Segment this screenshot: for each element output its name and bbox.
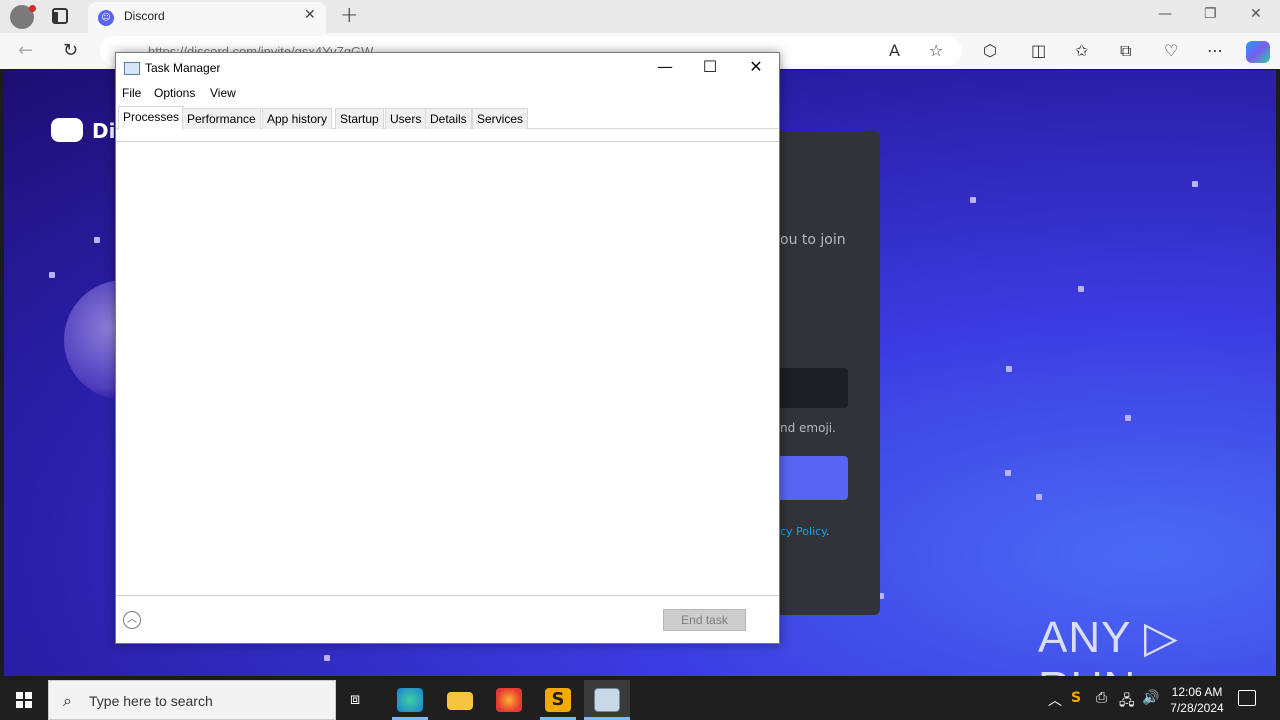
- favorites-icon[interactable]: ✩: [1075, 41, 1088, 60]
- end-task-button[interactable]: End task: [663, 609, 746, 631]
- privacy-policy-link[interactable]: cy Policy.: [780, 525, 830, 538]
- more-menu-icon[interactable]: ⋯: [1207, 41, 1223, 60]
- show-hidden-icons-icon[interactable]: ︿: [1048, 690, 1062, 710]
- star-decoration: [1078, 286, 1084, 292]
- tab-title: Discord: [124, 9, 165, 23]
- split-screen-icon[interactable]: ◫: [1031, 41, 1046, 60]
- menu-file[interactable]: File: [122, 86, 141, 100]
- star-decoration: [1005, 470, 1011, 476]
- search-icon: ⌕: [63, 691, 72, 710]
- privacy-policy-suffix: .: [826, 525, 830, 538]
- tab-users[interactable]: Users: [385, 108, 427, 129]
- star-decoration: [1192, 181, 1198, 187]
- anyrun-watermark: ANY ▷ RUN: [1038, 613, 1179, 676]
- search-placeholder: Type here to search: [89, 693, 213, 709]
- favorite-star-icon[interactable]: ☆: [929, 41, 943, 60]
- back-arrow-icon[interactable]: ←: [18, 40, 33, 61]
- file-explorer-icon[interactable]: [447, 692, 473, 710]
- sublime-s-icon[interactable]: S: [545, 688, 571, 712]
- task-manager-app-icon: [124, 62, 140, 75]
- task-manager-window: Task Manager — ☐ ✕ File Options View Pro…: [115, 52, 780, 644]
- task-manager-title: Task Manager: [145, 61, 221, 75]
- invite-helper-text: nd emoji.: [780, 421, 836, 435]
- star-decoration: [1125, 415, 1131, 421]
- volume-icon[interactable]: 🔊: [1142, 690, 1159, 706]
- performance-icon[interactable]: ♡: [1164, 41, 1178, 60]
- discord-wordmark[interactable]: Di: [92, 119, 115, 143]
- clock-time: 12:06 AM: [1171, 685, 1223, 699]
- notification-center-icon[interactable]: [1238, 690, 1256, 706]
- discord-logo-icon[interactable]: [51, 118, 83, 142]
- refresh-icon[interactable]: ↻: [63, 40, 78, 61]
- star-decoration: [1006, 366, 1012, 372]
- extensions-icon[interactable]: ⬡: [983, 41, 997, 60]
- star-decoration: [94, 237, 100, 243]
- taskbar-search-box[interactable]: ⌕ Type here to search: [48, 680, 336, 720]
- star-decoration: [970, 197, 976, 203]
- task-manager-taskbar-icon: [594, 688, 620, 712]
- star-decoration: [324, 655, 330, 661]
- tab-services[interactable]: Services: [472, 108, 529, 129]
- task-manager-titlebar[interactable]: Task Manager — ☐ ✕: [116, 53, 779, 83]
- edge-icon[interactable]: [397, 688, 423, 712]
- windows-taskbar: ⌕ Type here to search ⧈ S ︿ S ⎙ 🖧 🔊 12:0…: [0, 680, 1280, 720]
- device-tray-icon[interactable]: ⎙: [1096, 690, 1107, 706]
- privacy-policy-link-text[interactable]: cy Policy: [780, 525, 826, 538]
- network-icon[interactable]: 🖧: [1119, 690, 1135, 714]
- tab-processes[interactable]: Processes: [118, 106, 185, 130]
- task-view-icon[interactable]: ⧈: [350, 689, 360, 709]
- fewer-details-icon[interactable]: ︿: [123, 611, 141, 629]
- menu-view[interactable]: View: [210, 86, 236, 100]
- tab-performance[interactable]: Performance: [182, 108, 261, 129]
- clock-date: 7/28/2024: [1170, 701, 1224, 715]
- star-decoration: [49, 272, 55, 278]
- new-tab-button[interactable]: +: [340, 3, 358, 28]
- browser-close-button[interactable]: ✕: [1250, 6, 1262, 22]
- profile-notification-dot: [29, 5, 36, 12]
- windows-start-icon[interactable]: [16, 692, 32, 708]
- task-manager-tabs: Processes Performance App history Startu…: [116, 106, 779, 130]
- system-clock[interactable]: 12:06 AM 7/28/2024: [1165, 684, 1229, 716]
- s-tray-icon[interactable]: S: [1071, 690, 1081, 706]
- tm-maximize-button[interactable]: ☐: [687, 57, 733, 79]
- discord-favicon-icon: ☺: [98, 10, 114, 26]
- display-name-input[interactable]: [780, 368, 848, 408]
- star-decoration: [1036, 494, 1042, 500]
- browser-restore-button[interactable]: ❐: [1204, 6, 1217, 22]
- task-manager-footer: ︿ End task: [116, 595, 779, 643]
- tab-close-icon[interactable]: ✕: [304, 7, 316, 23]
- task-manager-menubar: File Options View: [116, 84, 779, 104]
- browser-tab-bar: ☺ Discord ✕ + — ❐ ✕: [0, 0, 1280, 33]
- tab-details[interactable]: Details: [425, 108, 472, 129]
- accept-invite-button[interactable]: [780, 456, 848, 500]
- process-list-header-divider: [116, 141, 779, 142]
- tab-app-history[interactable]: App history: [262, 108, 333, 129]
- browser-minimize-button[interactable]: —: [1158, 6, 1172, 22]
- invite-heading-text: ou to join: [780, 232, 846, 248]
- tm-minimize-button[interactable]: —: [642, 57, 688, 79]
- tm-close-button[interactable]: ✕: [733, 57, 779, 79]
- read-aloud-icon[interactable]: A: [889, 41, 900, 60]
- tab-startup[interactable]: Startup: [335, 108, 384, 129]
- tab-actions-icon[interactable]: [52, 8, 68, 24]
- firefox-icon[interactable]: [496, 688, 522, 712]
- menu-options[interactable]: Options: [154, 86, 195, 100]
- browser-tab-discord[interactable]: ☺ Discord ✕: [88, 2, 326, 33]
- collections-icon[interactable]: ⧉: [1120, 41, 1131, 61]
- copilot-icon[interactable]: [1246, 41, 1270, 63]
